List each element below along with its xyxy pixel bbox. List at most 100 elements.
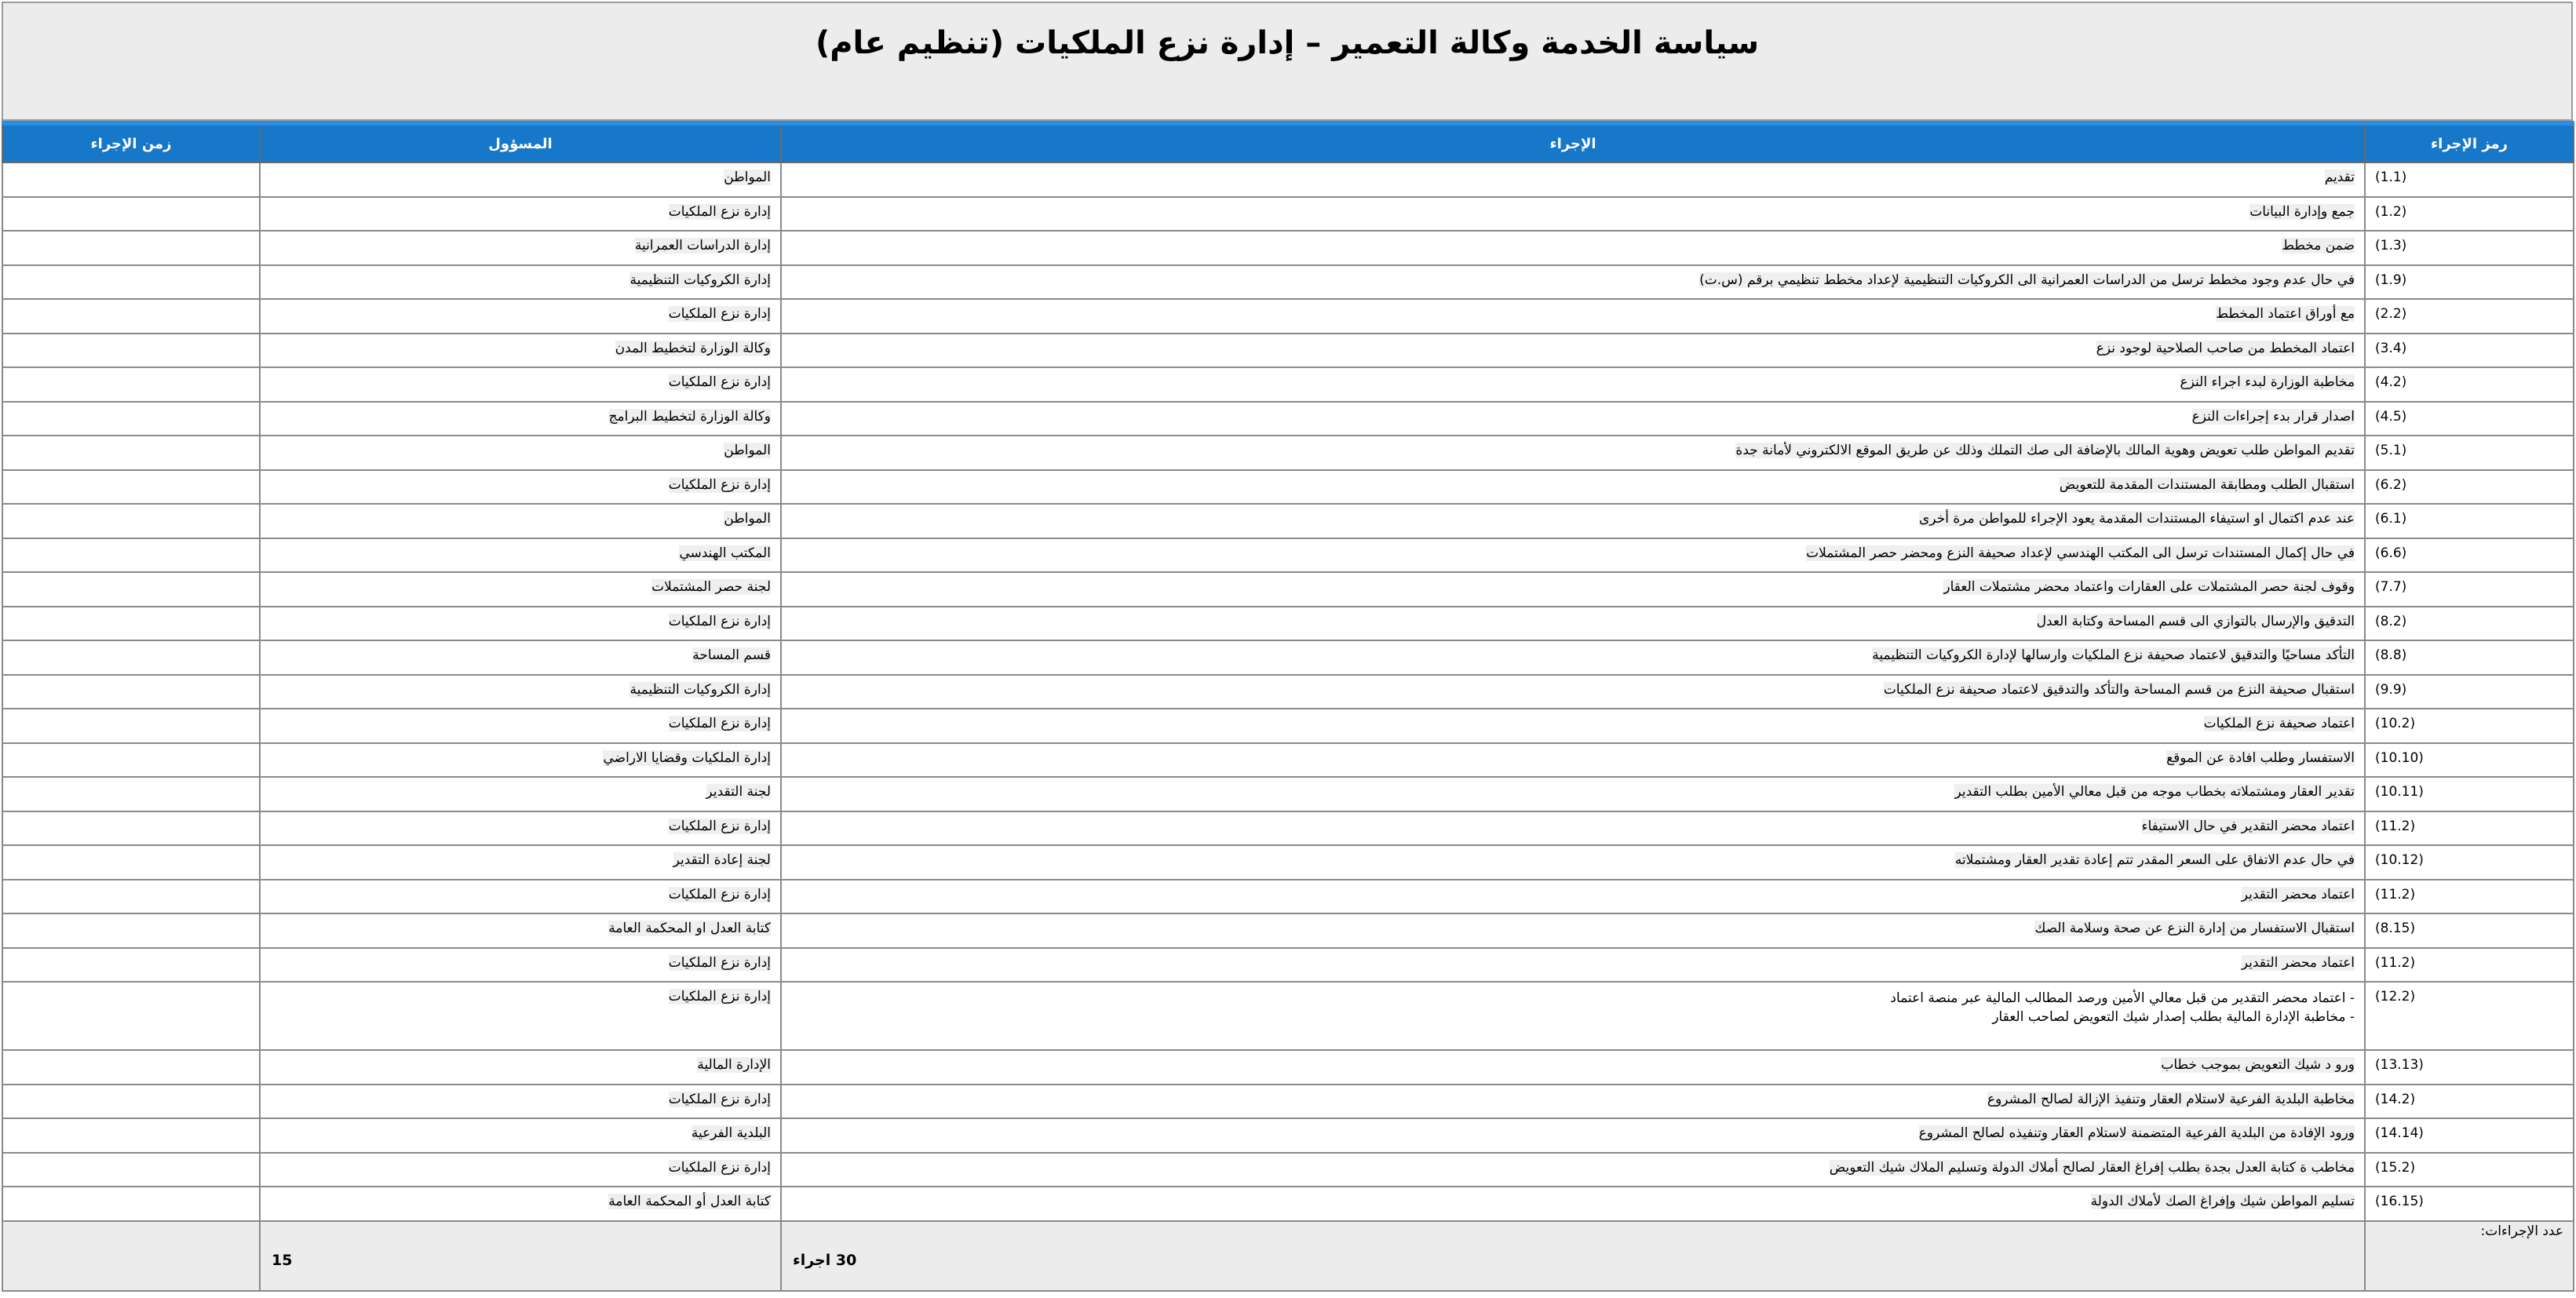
cell-procedure[interactable]: - اعتماد محضر التقدير من قبل معالي الأمي… — [780, 981, 2366, 1051]
header-code[interactable]: رمز الإجراء — [2364, 121, 2574, 163]
cell-responsible[interactable]: المواطن — [259, 162, 782, 198]
cell-responsible[interactable]: إدارة نزع الملكيات — [259, 195, 782, 232]
cell-responsible[interactable]: إدارة نزع الملكيات — [259, 946, 782, 983]
cell-procedure[interactable]: الاستفسار وطلب افادة عن الموقع — [780, 742, 2366, 778]
cell-code[interactable]: (9.9) — [2364, 673, 2574, 709]
cell-procedure[interactable]: في حال إكمال المستندات ترسل الى المكتب ا… — [780, 537, 2366, 573]
cell-time[interactable] — [2, 195, 261, 232]
cell-code[interactable]: (16.15) — [2364, 1186, 2574, 1222]
cell-time[interactable] — [2, 1151, 261, 1187]
cell-procedure[interactable]: وقوف لجنة حصر المشتملات على العقارات واع… — [780, 571, 2366, 607]
cell-code[interactable]: (6.2) — [2364, 469, 2574, 505]
cell-procedure[interactable]: تقديم — [780, 162, 2366, 198]
cell-responsible[interactable]: كتابة العدل او المحكمة العامة — [259, 913, 782, 949]
cell-code[interactable]: (14.14) — [2364, 1118, 2574, 1154]
cell-code[interactable]: (10.10) — [2364, 742, 2574, 778]
cell-time[interactable] — [2, 1186, 261, 1222]
cell-procedure[interactable]: ورو د شيك التعويض بموجب خطاب — [780, 1049, 2366, 1085]
cell-responsible[interactable]: إدارة نزع الملكيات — [259, 1083, 782, 1119]
cell-responsible[interactable]: المواطن — [259, 503, 782, 539]
cell-code[interactable]: (6.1) — [2364, 503, 2574, 539]
cell-code[interactable]: (1.3) — [2364, 230, 2574, 266]
cell-time[interactable] — [2, 742, 261, 778]
time-total[interactable] — [2, 1220, 261, 1292]
cell-code[interactable]: (14.2) — [2364, 1083, 2574, 1119]
cell-code[interactable]: (8.2) — [2364, 605, 2574, 641]
cell-time[interactable] — [2, 400, 261, 436]
cell-code[interactable]: (10.2) — [2364, 708, 2574, 744]
cell-code[interactable]: (15.2) — [2364, 1151, 2574, 1187]
cell-responsible[interactable]: المواطن — [259, 435, 782, 471]
cell-responsible[interactable]: إدارة نزع الملكيات — [259, 605, 782, 641]
cell-procedure[interactable]: استقبال الطلب ومطابقة المستندات المقدمة … — [780, 469, 2366, 505]
cell-responsible[interactable]: وكالة الوزارة لتخطيط المدن — [259, 332, 782, 368]
cell-responsible[interactable]: لجنة التقدير — [259, 776, 782, 812]
cell-time[interactable] — [2, 435, 261, 471]
cell-responsible[interactable]: لجنة حصر المشتملات — [259, 571, 782, 607]
cell-responsible[interactable]: إدارة الكروكيات التنظيمية — [259, 673, 782, 709]
cell-responsible[interactable]: إدارة نزع الملكيات — [259, 298, 782, 334]
cell-time[interactable] — [2, 366, 261, 403]
cell-code[interactable]: (11.2) — [2364, 810, 2574, 846]
cell-responsible[interactable]: الإدارة المالية — [259, 1049, 782, 1085]
cell-code[interactable]: (3.4) — [2364, 332, 2574, 368]
cell-code[interactable]: (10.12) — [2364, 844, 2574, 881]
cell-procedure[interactable]: اعتماد محضر التقدير في حال الاستيفاء — [780, 810, 2366, 846]
cell-procedure[interactable]: في حال عدم وجود مخطط ترسل من الدراسات ال… — [780, 264, 2366, 300]
cell-responsible[interactable]: إدارة نزع الملكيات — [259, 366, 782, 403]
cell-code[interactable]: (11.2) — [2364, 946, 2574, 983]
cell-time[interactable] — [2, 776, 261, 812]
cell-responsible[interactable]: قسم المساحة — [259, 640, 782, 676]
cell-time[interactable] — [2, 878, 261, 914]
cell-procedure[interactable]: التأكد مساحيًا والتدقيق لاعتماد صحيفة نز… — [780, 640, 2366, 676]
cell-procedure[interactable]: اعتماد محضر التقدير — [780, 878, 2366, 914]
cell-procedure[interactable]: ضمن مخطط — [780, 230, 2366, 266]
cell-time[interactable] — [2, 1083, 261, 1119]
cell-time[interactable] — [2, 981, 261, 1051]
cell-code[interactable]: (4.2) — [2364, 366, 2574, 403]
cell-responsible[interactable]: إدارة الملكيات وقضايا الاراضي — [259, 742, 782, 778]
cell-time[interactable] — [2, 537, 261, 573]
cell-procedure[interactable]: عند عدم اكتمال او استيفاء المستندات المق… — [780, 503, 2366, 539]
cell-code[interactable]: (5.1) — [2364, 435, 2574, 471]
cell-code[interactable]: (1.1) — [2364, 162, 2574, 198]
cell-responsible[interactable]: البلدية الفرعية — [259, 1118, 782, 1154]
cell-procedure[interactable]: تسليم المواطن شيك وإفراغ الصك لأملاك الد… — [780, 1186, 2366, 1222]
responsible-total[interactable]: 15 — [259, 1220, 782, 1292]
cell-time[interactable] — [2, 913, 261, 949]
cell-responsible[interactable]: إدارة نزع الملكيات — [259, 708, 782, 744]
cell-code[interactable]: (8.15) — [2364, 913, 2574, 949]
cell-time[interactable] — [2, 1049, 261, 1085]
cell-code[interactable]: (8.8) — [2364, 640, 2574, 676]
cell-procedure[interactable]: مع أوراق اعتماد المخطط — [780, 298, 2366, 334]
cell-procedure[interactable]: اعتماد محضر التقدير — [780, 946, 2366, 983]
cell-code[interactable]: (1.2) — [2364, 195, 2574, 232]
cell-time[interactable] — [2, 946, 261, 983]
cell-time[interactable] — [2, 673, 261, 709]
cell-code[interactable]: (7.7) — [2364, 571, 2574, 607]
cell-code[interactable]: (6.6) — [2364, 537, 2574, 573]
cell-code[interactable]: (1.9) — [2364, 264, 2574, 300]
cell-responsible[interactable]: إدارة الكروكيات التنظيمية — [259, 264, 782, 300]
cell-time[interactable] — [2, 844, 261, 881]
cell-responsible[interactable]: لجنة إعادة التقدير — [259, 844, 782, 881]
cell-time[interactable] — [2, 1118, 261, 1154]
cell-time[interactable] — [2, 605, 261, 641]
procedures-total[interactable]: 30 اجراء — [780, 1220, 2366, 1292]
cell-responsible[interactable]: إدارة نزع الملكيات — [259, 1151, 782, 1187]
cell-code[interactable]: (13.13) — [2364, 1049, 2574, 1085]
cell-code[interactable]: (12.2) — [2364, 981, 2574, 1051]
header-time[interactable]: زمن الإجراء — [2, 121, 261, 163]
cell-time[interactable] — [2, 810, 261, 846]
cell-time[interactable] — [2, 708, 261, 744]
cell-procedure[interactable]: التدقيق والإرسال بالتوازي الى قسم المساح… — [780, 605, 2366, 641]
header-procedure[interactable]: الإجراء — [780, 121, 2366, 163]
cell-procedure[interactable]: جمع وإدارة البيانات — [780, 195, 2366, 232]
cell-time[interactable] — [2, 503, 261, 539]
cell-responsible[interactable]: إدارة نزع الملكيات — [259, 810, 782, 846]
cell-procedure[interactable]: اعتماد صحيفة نزع الملكيات — [780, 708, 2366, 744]
cell-time[interactable] — [2, 230, 261, 266]
cell-responsible[interactable]: وكالة الوزارة لتخطيط البرامج — [259, 400, 782, 436]
header-responsible[interactable]: المسؤول — [259, 121, 782, 163]
cell-code[interactable]: (11.2) — [2364, 878, 2574, 914]
